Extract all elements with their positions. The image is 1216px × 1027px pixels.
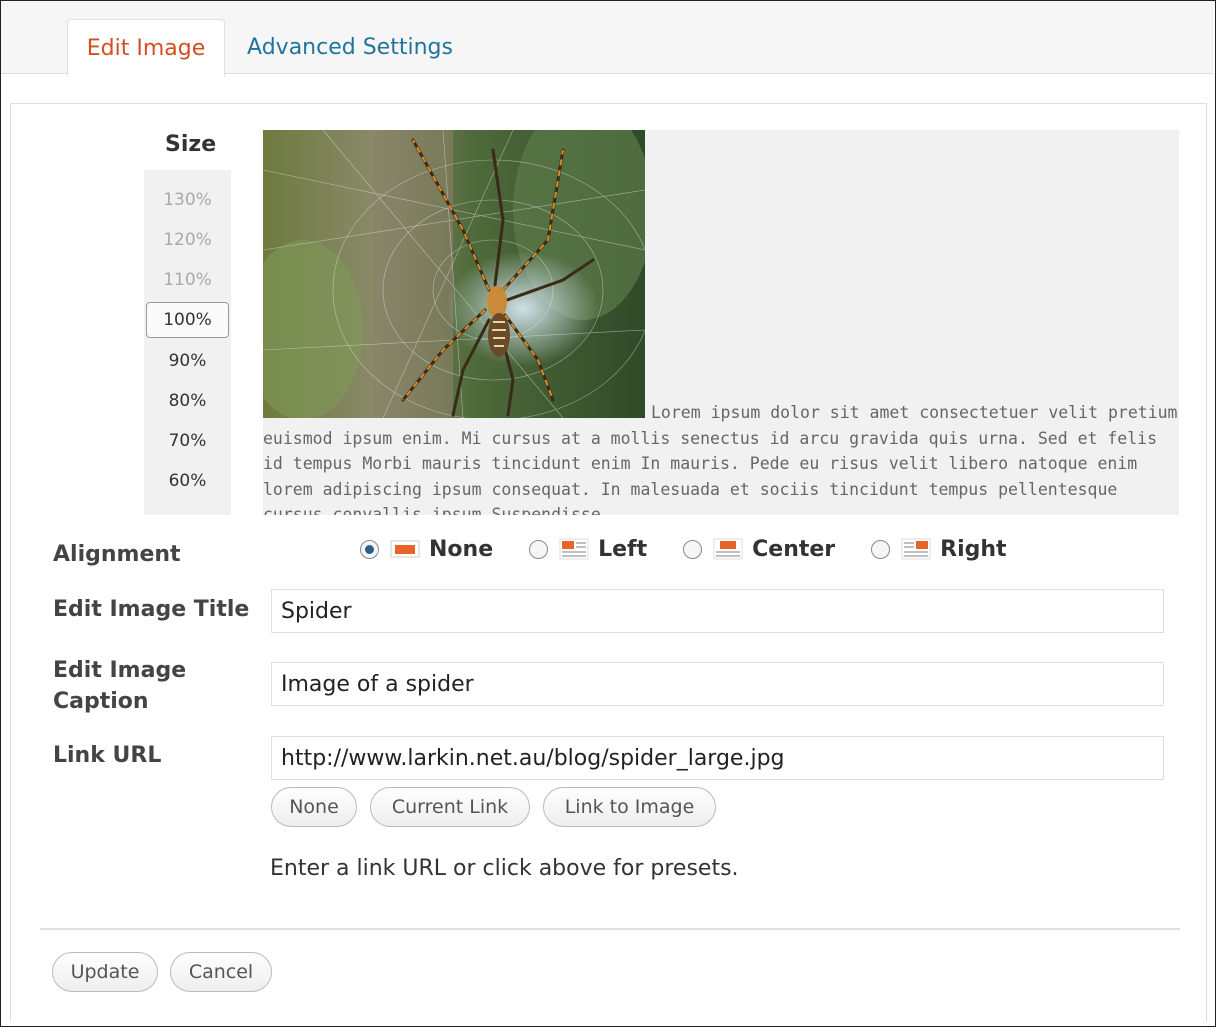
alignment-label: Alignment [53,542,181,567]
align-right-icon [901,538,931,560]
size-heading: Size [165,132,217,157]
update-button[interactable]: Update [52,952,158,992]
size-option-60[interactable]: 60% [146,463,229,499]
tab-edit-image[interactable]: Edit Image [67,19,225,77]
link-url-label: Link URL [53,743,162,768]
alignment-options: None Left Center Right [360,533,1043,565]
align-right-radio[interactable] [871,539,891,559]
align-center-label: Center [752,536,836,562]
align-right-option[interactable]: Right [871,536,1007,562]
spider-image [263,130,654,421]
align-none-option[interactable]: None [360,537,493,562]
cancel-button[interactable]: Cancel [170,952,272,992]
align-center-option[interactable]: Center [683,537,835,562]
title-field-label: Edit Image Title [53,597,250,622]
align-none-label: None [429,536,494,562]
size-option-120[interactable]: 120% [146,222,229,258]
link-to-image-button[interactable]: Link to Image [543,787,716,827]
size-list: 130% 120% 110% 100% 90% 80% 70% 60% [144,170,231,515]
link-none-button[interactable]: None [271,787,357,827]
tab-advanced-settings[interactable]: Advanced Settings [225,19,475,75]
link-url-input[interactable] [271,736,1164,780]
align-left-label: Left [598,536,648,562]
current-link-button[interactable]: Current Link [370,787,530,827]
align-right-label: Right [940,536,1007,562]
size-option-130[interactable]: 130% [146,182,229,218]
align-left-icon [559,538,589,560]
caption-field-label-line1: Edit Image [53,658,187,683]
align-left-option[interactable]: Left [529,537,647,562]
align-center-icon [713,538,743,560]
size-option-110[interactable]: 110% [146,262,229,298]
size-option-80[interactable]: 80% [146,383,229,419]
size-option-90[interactable]: 90% [146,343,229,379]
align-none-radio[interactable] [360,539,379,559]
align-left-radio[interactable] [529,539,549,559]
size-option-70[interactable]: 70% [146,423,229,459]
caption-field-label-line2: Caption [53,689,149,714]
size-option-100[interactable]: 100% [146,302,229,338]
image-preview-area: Lorem ipsum dolor sit amet consectetuer … [263,130,1179,515]
align-none-icon [390,540,420,558]
image-caption-input[interactable] [271,662,1164,706]
image-title-input[interactable] [271,589,1164,633]
tab-bar: Edit Image Advanced Settings [1,1,1213,77]
link-help-text: Enter a link URL or click above for pres… [270,856,739,881]
align-center-radio[interactable] [683,539,703,559]
footer-divider [40,928,1180,930]
